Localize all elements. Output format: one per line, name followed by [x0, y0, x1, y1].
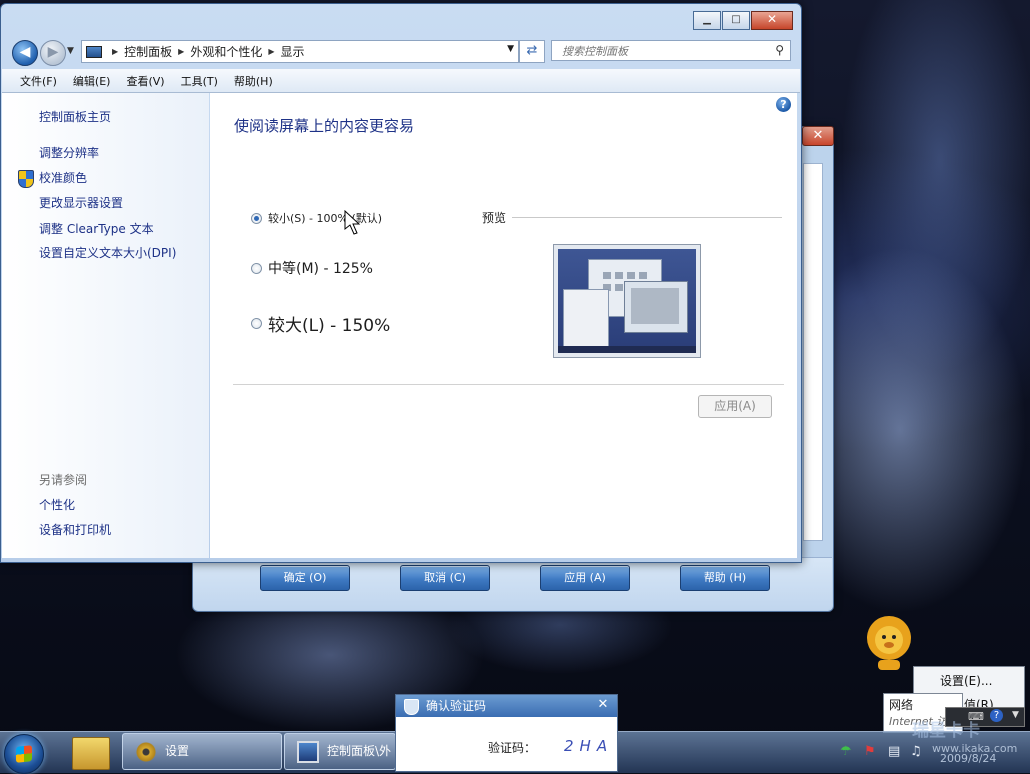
- shield-icon: [404, 699, 419, 715]
- caption-buttons: ▁ □ ✕: [692, 11, 793, 30]
- preview-divider: [512, 217, 782, 218]
- menu-help[interactable]: 帮助(H): [226, 73, 281, 89]
- address-dropdown-icon[interactable]: ▼: [507, 44, 514, 54]
- captcha-dialog: 确认验证码 ✕ 验证码： 2HA: [395, 694, 618, 772]
- content-divider: [233, 384, 784, 385]
- background-dialog-panel: [803, 163, 823, 541]
- search-icon[interactable]: ⚲: [775, 43, 784, 57]
- minimize-button[interactable]: ▁: [693, 11, 721, 30]
- taskbar-item-control-panel-label: 控制面板\外: [327, 744, 392, 758]
- help-icon[interactable]: ?: [990, 709, 1003, 722]
- start-button[interactable]: [4, 734, 44, 774]
- control-panel-window: ▁ □ ✕ ◀ ▶ ▼ ▶ 控制面板 ▶ 外观和个性化 ▶ 显示 ▼ ⇄ ⚲ 文…: [0, 3, 802, 563]
- control-panel-icon: [86, 45, 102, 58]
- volume-icon[interactable]: ♫: [910, 744, 922, 759]
- breadcrumb-control-panel[interactable]: 控制面板: [124, 43, 172, 60]
- menu-bar: 文件(F) 编辑(E) 查看(V) 工具(T) 帮助(H): [2, 69, 800, 93]
- menu-tools[interactable]: 工具(T): [173, 73, 226, 89]
- apply-button[interactable]: 应用(A): [698, 395, 772, 418]
- page-title: 使阅读屏幕上的内容更容易: [234, 117, 415, 135]
- radio-larger[interactable]: [251, 318, 262, 329]
- sidebar-item-personalization[interactable]: 个性化: [39, 496, 75, 513]
- back-button[interactable]: ◀: [12, 40, 38, 66]
- monitor-icon: [297, 740, 319, 763]
- shield-icon: [18, 170, 34, 188]
- close-button[interactable]: ✕: [751, 11, 793, 30]
- recent-pages-dropdown[interactable]: ▼: [67, 46, 74, 56]
- mouse-cursor-icon: [344, 210, 361, 235]
- watermark-logo: 瑞星卡卡: [912, 721, 980, 741]
- help-icon[interactable]: ?: [776, 97, 791, 112]
- taskbar-item-settings[interactable]: 设置: [122, 733, 282, 770]
- main-content: ? 使阅读屏幕上的内容更容易 较小(S) - 100% (默认) 中等(M) -…: [210, 93, 797, 558]
- chevron-right-icon[interactable]: ▶: [268, 47, 274, 56]
- cancel-button[interactable]: 取消 (C): [400, 565, 490, 591]
- option-smaller[interactable]: 较小(S) - 100% (默认): [251, 210, 382, 226]
- sidebar-item-custom-dpi[interactable]: 设置自定义文本大小(DPI): [39, 244, 176, 261]
- search-input[interactable]: [560, 41, 774, 61]
- chevron-right-icon[interactable]: ▶: [112, 47, 118, 56]
- see-also-heading: 另请参阅: [39, 473, 88, 487]
- chevron-right-icon[interactable]: ▶: [178, 47, 184, 56]
- option-smaller-label[interactable]: 较小(S) - 100% (默认): [268, 210, 382, 226]
- lion-mascot-icon[interactable]: [864, 614, 914, 672]
- ok-button[interactable]: 确定 (O): [260, 565, 350, 591]
- umbrella-icon[interactable]: ☂: [840, 744, 852, 759]
- captcha-code-image: 2HA: [564, 737, 614, 755]
- menu-file[interactable]: 文件(F): [2, 73, 65, 89]
- option-larger[interactable]: 较大(L) - 150%: [251, 311, 390, 336]
- flag-icon[interactable]: ⚑: [864, 744, 876, 759]
- sidebar-item-devices-printers[interactable]: 设备和打印机: [39, 521, 111, 538]
- sidebar-item-resolution[interactable]: 调整分辨率: [39, 144, 99, 161]
- menu-edit[interactable]: 编辑(E): [65, 73, 119, 89]
- chevron-down-icon[interactable]: ▼: [1012, 710, 1019, 720]
- sidebar-item-home[interactable]: 控制面板主页: [39, 108, 111, 125]
- preview-image: [553, 244, 701, 358]
- sidebar-item-cleartype[interactable]: 调整 ClearType 文本: [39, 220, 154, 237]
- search-box[interactable]: ⚲: [551, 40, 791, 61]
- network-icon[interactable]: ▤: [888, 744, 900, 759]
- captcha-label: 验证码：: [488, 741, 537, 755]
- option-larger-label[interactable]: 较大(L) - 150%: [268, 311, 390, 336]
- maximize-button[interactable]: □: [722, 11, 750, 30]
- captcha-title: 确认验证码: [426, 699, 487, 713]
- preview-window: [563, 289, 609, 347]
- background-dialog-close-button[interactable]: ✕: [802, 126, 834, 146]
- breadcrumb-appearance[interactable]: 外观和个性化: [190, 43, 262, 60]
- dialog-apply-button[interactable]: 应用 (A): [540, 565, 630, 591]
- context-menu-settings[interactable]: 设置(E)...: [940, 672, 992, 689]
- breadcrumb-display[interactable]: 显示: [281, 43, 305, 60]
- taskbar-item-settings-label: 设置: [165, 744, 190, 758]
- refresh-button[interactable]: ⇄: [519, 40, 545, 63]
- gear-icon: [135, 740, 157, 763]
- address-bar[interactable]: ▶ 控制面板 ▶ 外观和个性化 ▶ 显示 ▼: [81, 40, 519, 63]
- dialog-help-button[interactable]: 帮助 (H): [680, 565, 770, 591]
- option-medium[interactable]: 中等(M) - 125%: [251, 258, 373, 278]
- sidebar-item-display-settings[interactable]: 更改显示器设置: [39, 194, 123, 211]
- preview-taskbar: [558, 346, 696, 353]
- captcha-titlebar: 确认验证码 ✕: [396, 695, 617, 717]
- sidebar: 控制面板主页 调整分辨率 校准颜色 更改显示器设置 调整 ClearType 文…: [2, 93, 209, 558]
- option-medium-label[interactable]: 中等(M) - 125%: [268, 258, 373, 278]
- clock-date[interactable]: 2009/8/24: [940, 752, 996, 765]
- preview-window: [624, 281, 688, 333]
- menu-view[interactable]: 查看(V): [118, 73, 172, 89]
- radio-smaller[interactable]: [251, 212, 262, 224]
- preview-screen: [558, 249, 696, 353]
- explorer-folder-icon[interactable]: [72, 737, 110, 770]
- forward-button[interactable]: ▶: [40, 40, 66, 66]
- taskbar-item-control-panel[interactable]: 控制面板\外: [284, 733, 396, 770]
- sidebar-item-calibrate-color[interactable]: 校准颜色: [39, 169, 87, 186]
- preview-label: 预览: [482, 211, 507, 225]
- close-icon[interactable]: ✕: [593, 696, 613, 714]
- radio-medium[interactable]: [251, 262, 262, 274]
